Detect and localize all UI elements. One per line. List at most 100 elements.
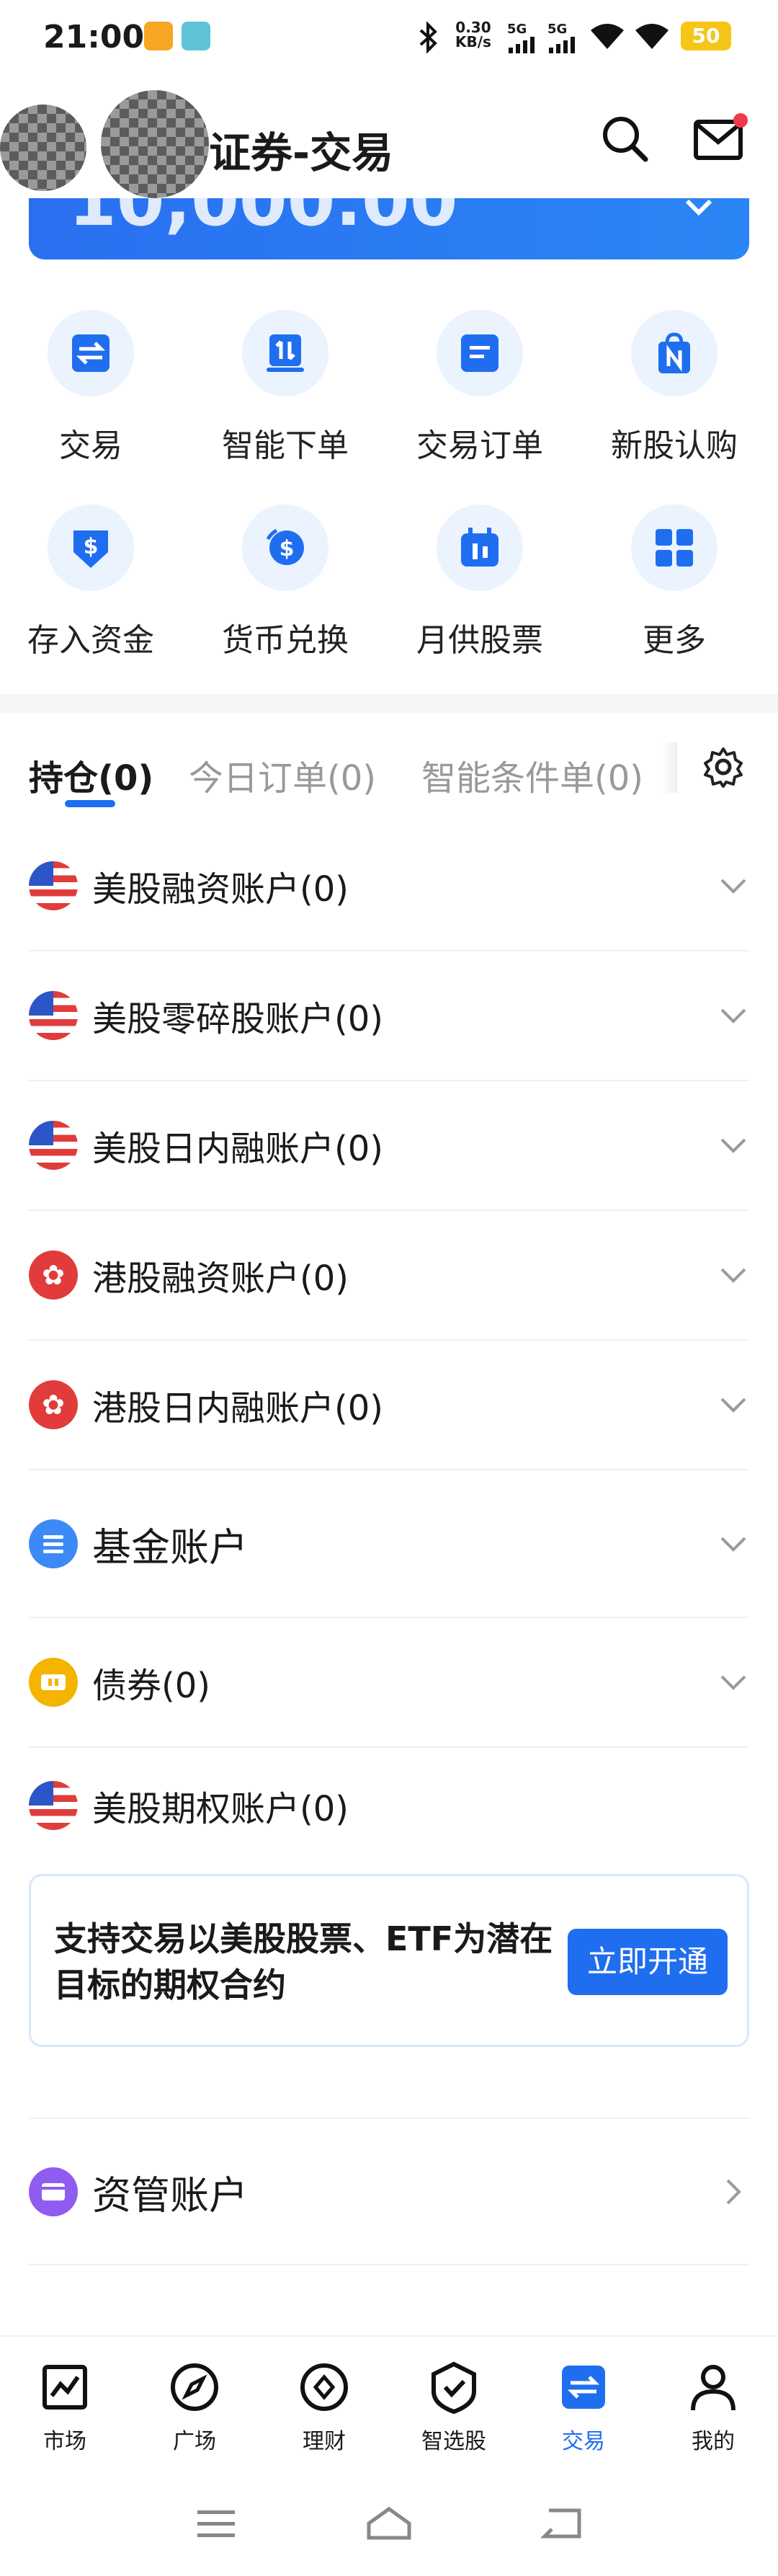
order-list-icon: [461, 334, 498, 372]
account-name: 基金账户: [92, 1524, 248, 1570]
section-divider: [0, 694, 778, 713]
home-icon[interactable]: [365, 2505, 413, 2542]
wifi-icon: [591, 24, 624, 49]
quick-action-label: 更多: [643, 622, 706, 659]
account-name: 资管账户: [92, 2172, 248, 2218]
account-name: 港股融资账户(0): [92, 1258, 349, 1299]
bluetooth-icon: [419, 22, 437, 53]
quick-action-monthly-stock[interactable]: 月供股票: [401, 505, 559, 660]
mail-icon[interactable]: [693, 110, 751, 165]
quick-action-label: 新股认购: [611, 427, 738, 464]
wallet-icon: [29, 2167, 78, 2216]
chevron-down-icon[interactable]: [717, 1129, 749, 1161]
quick-action-trade[interactable]: 交易: [12, 310, 170, 466]
hk-flag-icon: ✿: [29, 1380, 78, 1429]
monthly-stock-icon: [461, 528, 498, 567]
chart-icon: [43, 2365, 87, 2410]
exchange-icon: [72, 334, 109, 372]
wifi-icon-2: [635, 24, 669, 49]
us-flag-icon: [29, 1781, 78, 1830]
back-icon[interactable]: [540, 2506, 584, 2542]
account-row-hk-margin[interactable]: ✿ 港股融资账户(0): [29, 1211, 749, 1341]
currency-exchange-icon: $: [266, 528, 304, 565]
battery-indicator: 50: [681, 22, 731, 50]
account-name: 美股零碎股账户(0): [92, 999, 383, 1039]
quick-action-more[interactable]: 更多: [595, 505, 754, 660]
nav-square[interactable]: 广场: [130, 2337, 259, 2470]
search-icon[interactable]: [599, 113, 651, 165]
chevron-down-icon[interactable]: [684, 198, 713, 218]
app-notification-icon: [144, 22, 173, 50]
chevron-down-icon[interactable]: [717, 1259, 749, 1291]
status-time: 21:00: [43, 19, 145, 55]
quick-action-orders[interactable]: 交易订单: [401, 310, 559, 466]
menu-icon[interactable]: [194, 2508, 238, 2541]
ipo-bag-icon: [658, 332, 690, 373]
account-name: 美股融资账户(0): [92, 869, 349, 910]
shield-check-icon: [432, 2361, 476, 2415]
signal-icon-2: [549, 37, 575, 53]
chevron-down-icon[interactable]: [717, 1666, 749, 1698]
more-grid-icon: [656, 529, 693, 567]
nav-me[interactable]: 我的: [648, 2337, 778, 2470]
avatar[interactable]: [0, 105, 86, 191]
quick-action-deposit[interactable]: $ 存入资金: [12, 505, 170, 660]
chevron-down-icon[interactable]: [717, 1000, 749, 1031]
balance-card[interactable]: 10,000.00: [29, 198, 749, 259]
bond-icon: [29, 1658, 78, 1707]
quick-action-label: 交易: [59, 427, 122, 464]
quick-action-label: 月供股票: [416, 622, 543, 659]
us-flag-icon: [29, 1121, 78, 1170]
tab-today-orders[interactable]: 今日订单(0): [189, 750, 376, 800]
nav-wealth[interactable]: 理财: [259, 2337, 389, 2470]
tab-smart-conditions[interactable]: 智能条件单(0): [421, 750, 643, 800]
balance-amount: 10,000.00: [68, 198, 458, 241]
nav-market[interactable]: 市场: [0, 2337, 130, 2470]
nav-label: 智选股: [421, 2429, 486, 2454]
chevron-down-icon[interactable]: [717, 1389, 749, 1421]
account-row-fund[interactable]: 基金账户: [29, 1470, 749, 1618]
quick-action-label: 交易订单: [416, 427, 543, 464]
bottom-nav: 市场 广场 理财 智选股 交易 我的: [0, 2337, 778, 2470]
active-tab-indicator: [65, 800, 115, 807]
open-options-button[interactable]: 立即开通: [568, 1929, 728, 1995]
account-row-us-options[interactable]: 美股期权账户(0): [29, 1748, 749, 1863]
us-flag-icon: [29, 991, 78, 1040]
deposit-icon: $: [73, 530, 108, 568]
svg-text:$: $: [280, 536, 295, 561]
nav-trade[interactable]: 交易: [519, 2337, 648, 2470]
account-name: 港股日内融账户(0): [92, 1388, 383, 1429]
tab-holdings[interactable]: 持仓(0): [29, 750, 153, 800]
user-icon: [691, 2365, 735, 2411]
quick-action-ipo[interactable]: 新股认购: [595, 310, 754, 466]
us-flag-icon: [29, 861, 78, 910]
chevron-down-icon[interactable]: [717, 1528, 749, 1560]
hk-flag-icon: ✿: [29, 1251, 78, 1300]
network-speed: 0.30 KB/s: [455, 19, 491, 50]
account-row-us-margin[interactable]: 美股融资账户(0): [29, 822, 749, 951]
quick-action-currency[interactable]: $ 货币兑换: [206, 505, 365, 660]
account-row-us-fractional[interactable]: 美股零碎股账户(0): [29, 951, 749, 1081]
options-promo-card: 支持交易以美股股票、ETF为潜在目标的期权合约 立即开通: [29, 1874, 749, 2047]
account-row-us-daytrade[interactable]: 美股日内融账户(0): [29, 1081, 749, 1211]
account-name: 美股期权账户(0): [92, 1789, 349, 1829]
chevron-right-icon[interactable]: [717, 2176, 749, 2208]
smart-order-icon: [267, 334, 304, 372]
nav-smart-pick[interactable]: 智选股: [389, 2337, 519, 2470]
account-row-bond[interactable]: 债券(0): [29, 1618, 749, 1748]
quick-action-label: 货币兑换: [222, 622, 349, 659]
quick-action-label: 智能下单: [222, 427, 349, 464]
app-header: 证券-交易: [0, 76, 778, 198]
gear-icon[interactable]: [702, 746, 744, 788]
quick-action-smart-order[interactable]: 智能下单: [206, 310, 365, 466]
account-logo: [101, 90, 209, 198]
signal-5g-label: 5G: [507, 22, 527, 37]
status-bar: 21:00 0.30 KB/s 5G 5G 50: [0, 0, 778, 76]
account-name: 债券(0): [92, 1666, 210, 1706]
account-row-hk-daytrade[interactable]: ✿ 港股日内融账户(0): [29, 1341, 749, 1470]
options-promo-text: 支持交易以美股股票、ETF为潜在目标的期权合约: [54, 1919, 553, 2004]
account-row-asset-mgmt[interactable]: 资管账户: [29, 2118, 749, 2265]
nav-label: 广场: [173, 2429, 216, 2454]
nav-label: 我的: [692, 2429, 735, 2454]
chevron-down-icon[interactable]: [717, 870, 749, 902]
